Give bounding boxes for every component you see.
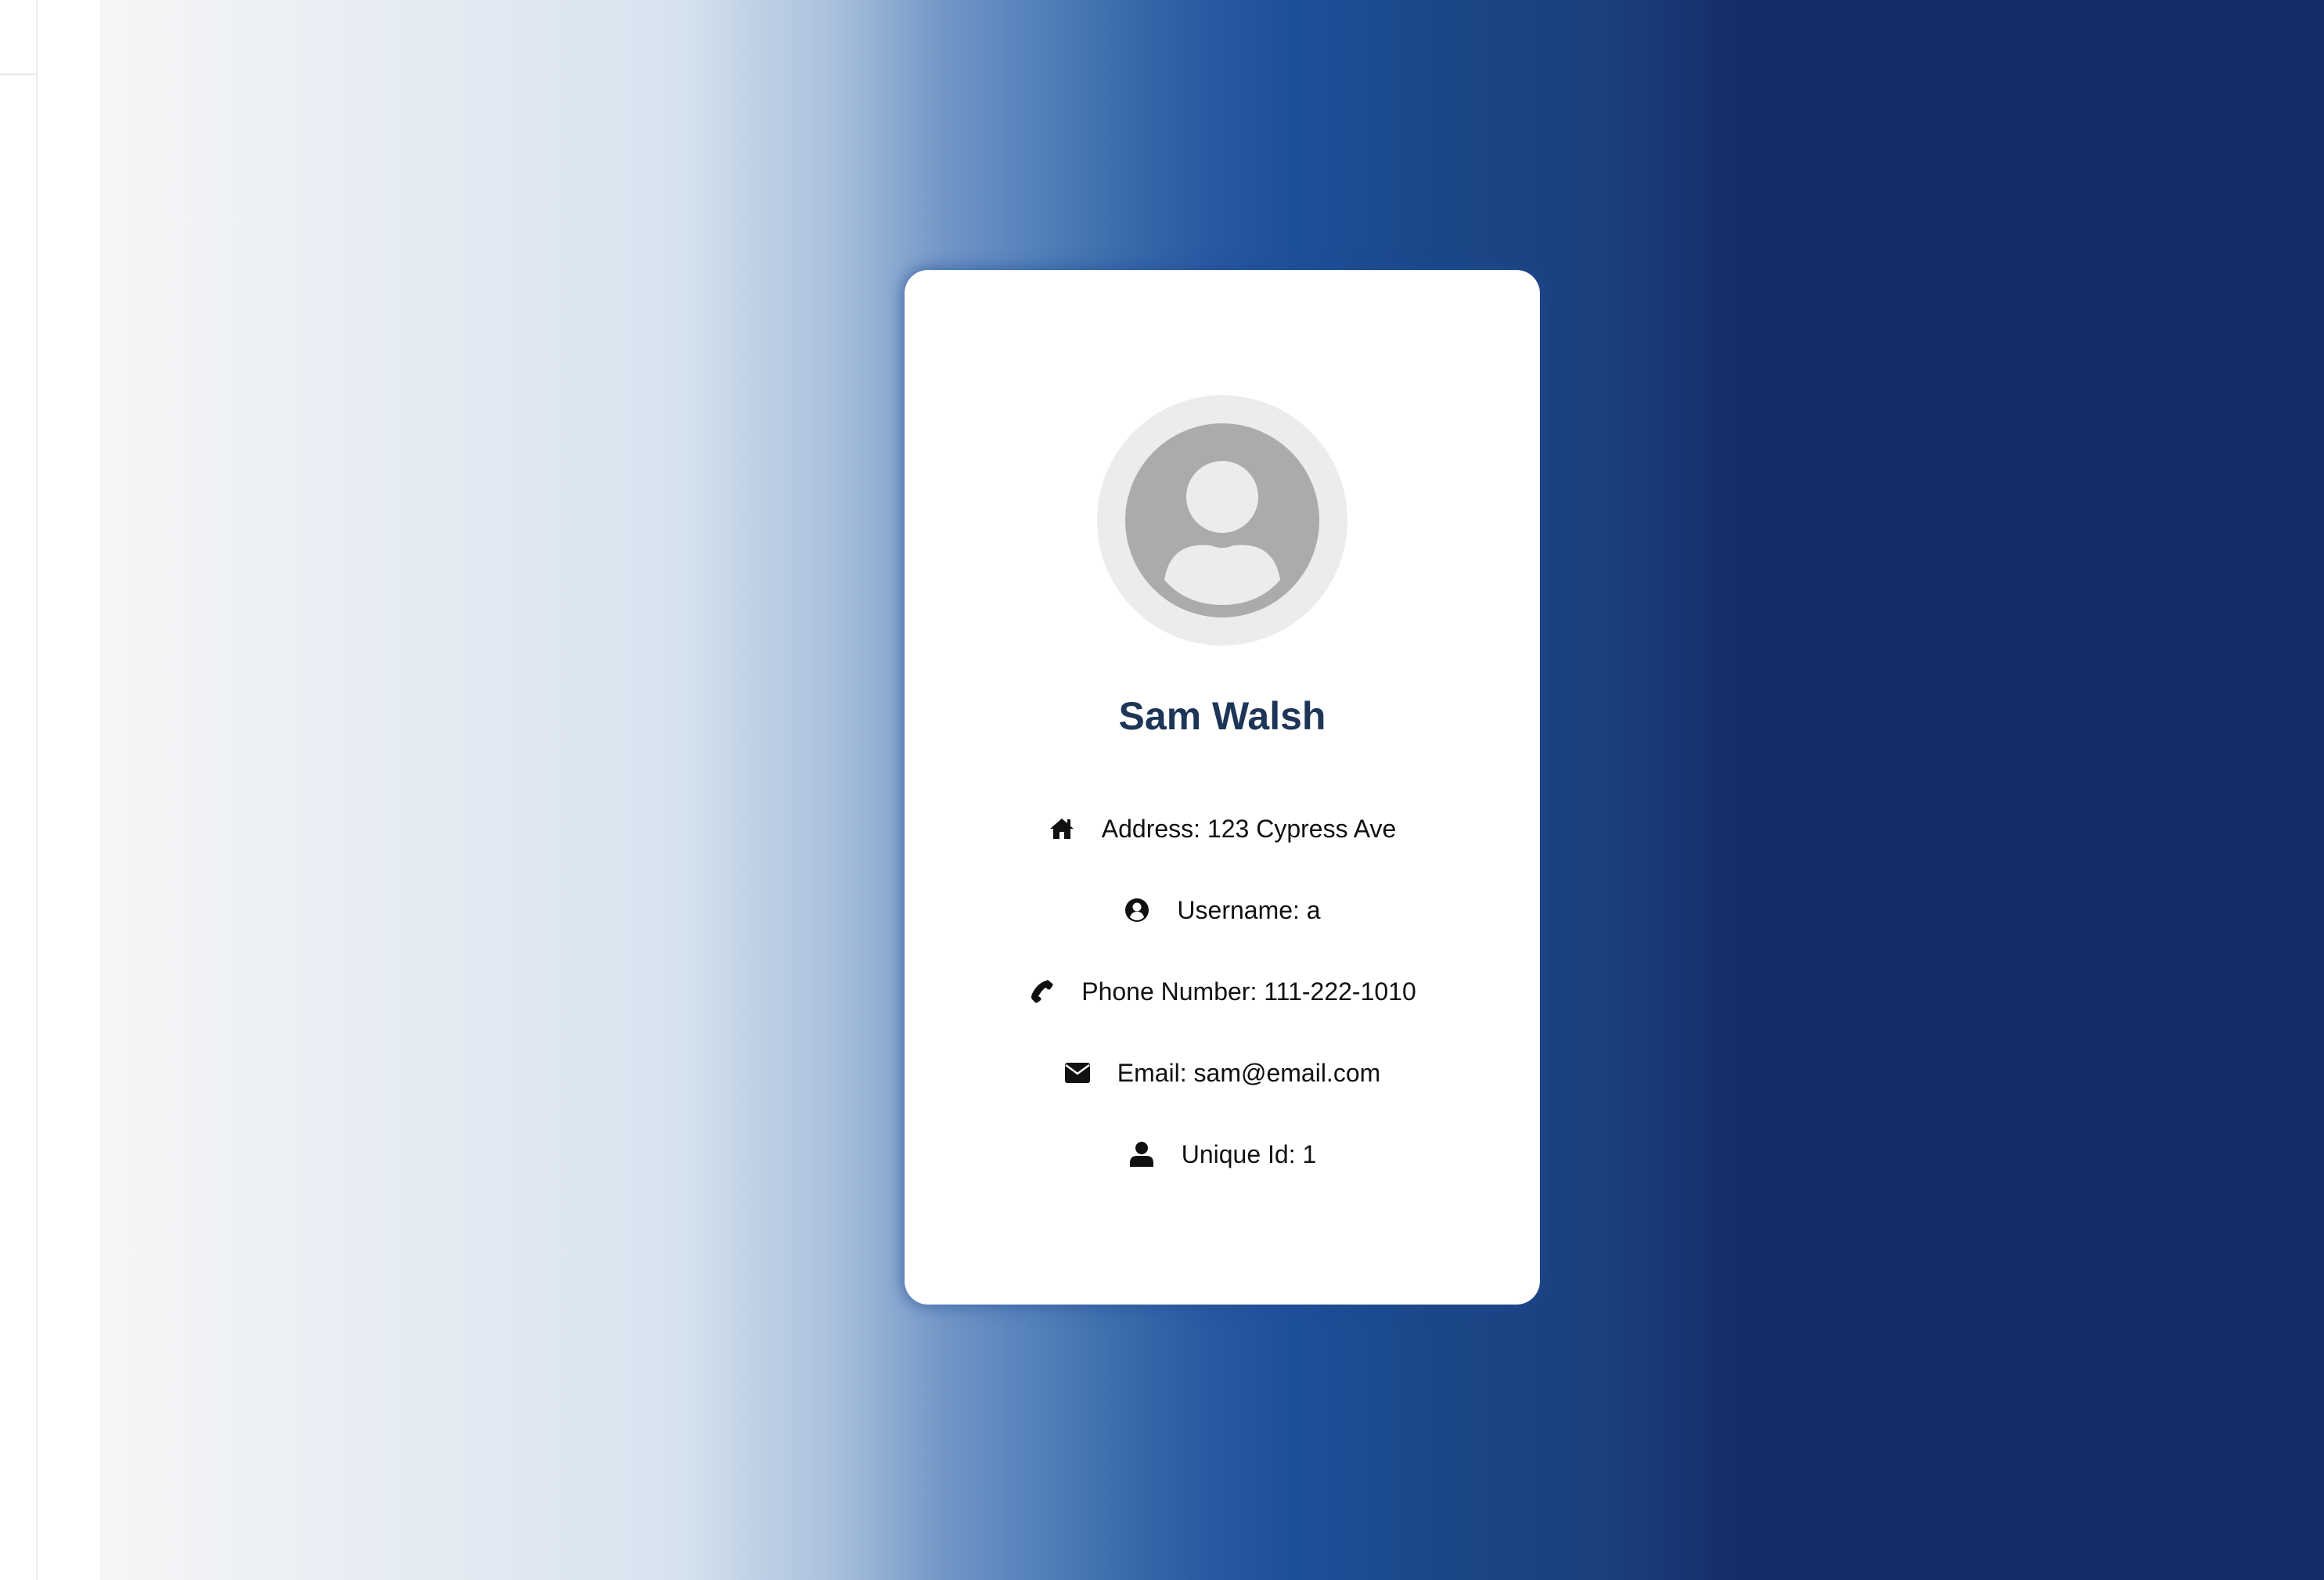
envelope-icon xyxy=(1064,1060,1091,1086)
user-circle-icon xyxy=(1124,897,1150,923)
info-row-address: Address: 123 Cypress Ave xyxy=(905,788,1540,869)
profile-name: Sam Walsh xyxy=(1118,694,1326,738)
sidebar-divider xyxy=(0,74,36,75)
info-row-email: Email: sam@email.com xyxy=(905,1032,1540,1114)
address-text: Address: 123 Cypress Ave xyxy=(1101,814,1397,843)
profile-card: Sam Walsh Address: 123 Cypress Ave Usern… xyxy=(905,270,1540,1305)
user-icon xyxy=(1128,1141,1155,1168)
info-row-phone: Phone Number: 111-222-1010 xyxy=(905,951,1540,1032)
phone-text: Phone Number: 111-222-1010 xyxy=(1081,977,1416,1006)
unique-id-text: Unique Id: 1 xyxy=(1181,1139,1317,1168)
sidebar-strip xyxy=(0,0,38,1580)
profile-info-list: Address: 123 Cypress Ave Username: a Pho… xyxy=(905,788,1540,1195)
info-row-unique-id: Unique Id: 1 xyxy=(905,1114,1540,1195)
username-text: Username: a xyxy=(1177,895,1321,924)
user-avatar-icon xyxy=(1164,461,1280,605)
info-row-username: Username: a xyxy=(905,869,1540,951)
phone-icon xyxy=(1028,978,1055,1005)
avatar-ring xyxy=(1097,395,1347,646)
avatar xyxy=(1125,423,1319,617)
home-icon xyxy=(1049,815,1075,842)
email-text: Email: sam@email.com xyxy=(1117,1058,1381,1087)
